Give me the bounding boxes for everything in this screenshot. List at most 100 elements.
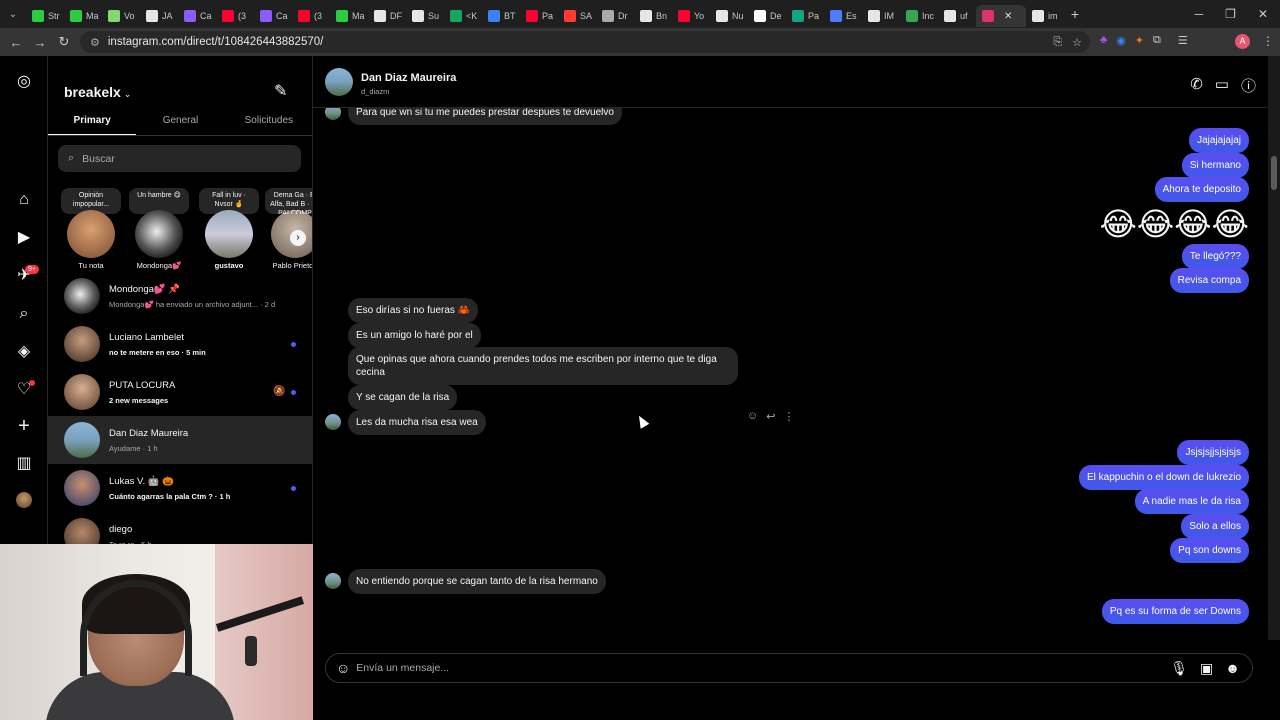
- reels-icon[interactable]: ▶: [14, 228, 34, 248]
- chat-contact-name[interactable]: Dan Diaz Maureira: [361, 72, 456, 84]
- tab-search-button[interactable]: ⌄: [0, 0, 26, 28]
- site-info-icon[interactable]: ⚙: [90, 36, 100, 49]
- conversation-item[interactable]: PUTA LOCURA 2 new messages 🔕: [48, 368, 312, 416]
- browser-tab[interactable]: Vo: [102, 5, 140, 27]
- tab-requests[interactable]: Solicitudes: [225, 112, 312, 135]
- browser-tab[interactable]: Pa: [786, 5, 824, 27]
- note-item[interactable]: Dema Ga · El Alfa, Bad B · EL PAI COMP P…: [262, 188, 312, 270]
- conversation-item[interactable]: Mondonga💕 📌 Mondonga💕 ha enviado un archi…: [48, 272, 312, 320]
- browser-tab[interactable]: Str: [26, 5, 64, 27]
- tab-favicon-icon: [792, 10, 804, 22]
- extension-icon[interactable]: ◉: [1116, 34, 1126, 47]
- browser-tab[interactable]: (3: [292, 5, 330, 27]
- chat-scrollbar[interactable]: [1268, 56, 1280, 640]
- conversation-item[interactable]: Luciano Lambelet no te metere en eso · 5 …: [48, 320, 312, 368]
- extension-icon[interactable]: ♣: [1100, 34, 1107, 47]
- tab-favicon-icon: [678, 10, 690, 22]
- profile-avatar[interactable]: A: [1235, 34, 1250, 49]
- chevron-right-icon[interactable]: ›: [290, 230, 306, 246]
- emoji-picker-icon[interactable]: ☺: [336, 660, 350, 676]
- browser-tab[interactable]: Ca: [178, 5, 216, 27]
- browser-tab[interactable]: BT: [482, 5, 520, 27]
- account-switcher[interactable]: breakelx ⌄: [64, 84, 131, 100]
- tab-label: DF: [390, 11, 402, 21]
- browser-menu-icon[interactable]: ⋮: [1262, 34, 1274, 48]
- browser-tab[interactable]: (3: [216, 5, 254, 27]
- phone-icon[interactable]: ✆: [1190, 75, 1203, 96]
- forward-icon[interactable]: →: [28, 35, 52, 50]
- instagram-logo-icon[interactable]: ◎: [14, 72, 34, 92]
- microphone-icon[interactable]: 🎙: [1170, 660, 1188, 677]
- close-window-icon[interactable]: ✕: [1258, 7, 1268, 21]
- dashboard-icon[interactable]: ▥: [14, 454, 34, 474]
- minimize-icon[interactable]: ─: [1195, 7, 1204, 21]
- browser-tab[interactable]: Ma: [64, 5, 102, 27]
- browser-tab[interactable]: im: [1026, 5, 1064, 27]
- browser-tab[interactable]: DF: [368, 5, 406, 27]
- bookmark-star-icon[interactable]: ☆: [1072, 36, 1082, 49]
- reload-icon[interactable]: ↻: [52, 34, 76, 50]
- conversation-item[interactable]: Lukas V. 🤖 🎃 Cuánto agarras la pala Ctm ?…: [48, 464, 312, 512]
- note-item[interactable]: Un hambre 😋 Mondonga💕: [126, 188, 192, 270]
- search-icon[interactable]: ⌕: [14, 304, 34, 324]
- tab-label: Es: [846, 11, 857, 21]
- profile-avatar[interactable]: [16, 492, 32, 508]
- browser-tab[interactable]: Nu: [710, 5, 748, 27]
- conversation-item-selected[interactable]: Dan Diaz Maureira Ayudame · 1 h: [48, 416, 312, 464]
- image-icon[interactable]: ▣: [1200, 660, 1213, 677]
- close-tab-icon[interactable]: ✕: [1004, 11, 1012, 22]
- video-call-icon[interactable]: ▭: [1215, 75, 1229, 96]
- browser-tab[interactable]: Ma: [330, 5, 368, 27]
- new-tab-button[interactable]: +: [1064, 6, 1086, 22]
- url-field[interactable]: ⚙ instagram.com/direct/t/108426443882570…: [80, 31, 1090, 53]
- browser-tab[interactable]: <K: [444, 5, 482, 27]
- avatar[interactable]: [325, 68, 353, 96]
- browser-tab[interactable]: JA: [140, 5, 178, 27]
- maximize-icon[interactable]: ❐: [1225, 7, 1236, 21]
- tab-favicon-icon: [260, 10, 272, 22]
- browser-tab[interactable]: Es: [824, 5, 862, 27]
- browser-tab[interactable]: Ca: [254, 5, 292, 27]
- tab-primary[interactable]: Primary: [48, 112, 137, 135]
- install-icon[interactable]: ⎘: [1053, 36, 1062, 49]
- tab-favicon-icon: [754, 10, 766, 22]
- new-message-icon[interactable]: ✎: [274, 81, 287, 101]
- message-composer[interactable]: ☺ Envía un mensaje... 🎙 ▣ ☻: [325, 653, 1253, 683]
- tab-favicon-icon: [70, 10, 82, 22]
- extension-icon[interactable]: ✦: [1135, 34, 1144, 47]
- browser-tab[interactable]: Bn: [634, 5, 672, 27]
- info-icon[interactable]: ⓘ: [1241, 75, 1256, 96]
- explore-icon[interactable]: ◈: [14, 342, 34, 362]
- conversation-preview: no te metere en eso · 5 min: [109, 347, 206, 357]
- more-icon[interactable]: ⋮: [783, 410, 794, 423]
- browser-tab[interactable]: Inc: [900, 5, 938, 27]
- browser-tab[interactable]: Yo: [672, 5, 710, 27]
- browser-tab-active[interactable]: ✕: [976, 5, 1026, 27]
- sticker-icon[interactable]: ☻: [1225, 660, 1240, 677]
- muted-bell-icon: 🔕: [273, 386, 286, 397]
- browser-tab[interactable]: Pa: [520, 5, 558, 27]
- note-item[interactable]: Opinión impopular... Tu nota: [58, 188, 124, 270]
- browser-tab[interactable]: SA: [558, 5, 596, 27]
- react-icon[interactable]: ☺: [747, 410, 758, 423]
- reply-icon[interactable]: ↩: [766, 410, 775, 423]
- browser-tab[interactable]: uf: [938, 5, 976, 27]
- chat-contact-handle: d_diazm: [361, 87, 390, 96]
- browser-tab[interactable]: Su: [406, 5, 444, 27]
- scrollbar-thumb[interactable]: [1271, 156, 1277, 190]
- inbox-tabs: Primary General Solicitudes: [48, 112, 312, 136]
- message-outgoing: Solo a ellos: [1181, 514, 1249, 539]
- message-incoming: Que opinas que ahora cuando prendes todo…: [348, 347, 738, 385]
- note-item[interactable]: Fall in luv · Nvsor 🤞 gustavo: [196, 188, 262, 270]
- browser-tab[interactable]: Dr: [596, 5, 634, 27]
- tab-general[interactable]: General: [136, 112, 224, 135]
- browser-tab[interactable]: IM: [862, 5, 900, 27]
- reading-list-icon[interactable]: ☰: [1178, 34, 1188, 47]
- create-icon[interactable]: +: [14, 416, 34, 436]
- extensions-puzzle-icon[interactable]: ⧉: [1153, 34, 1161, 47]
- browser-tab[interactable]: De: [748, 5, 786, 27]
- home-icon[interactable]: ⌂: [14, 190, 34, 210]
- search-input[interactable]: ⌕ Buscar: [58, 145, 301, 172]
- notes-tray: Opinión impopular... Tu nota Un hambre 😋…: [48, 188, 312, 278]
- back-icon[interactable]: ←: [4, 35, 28, 50]
